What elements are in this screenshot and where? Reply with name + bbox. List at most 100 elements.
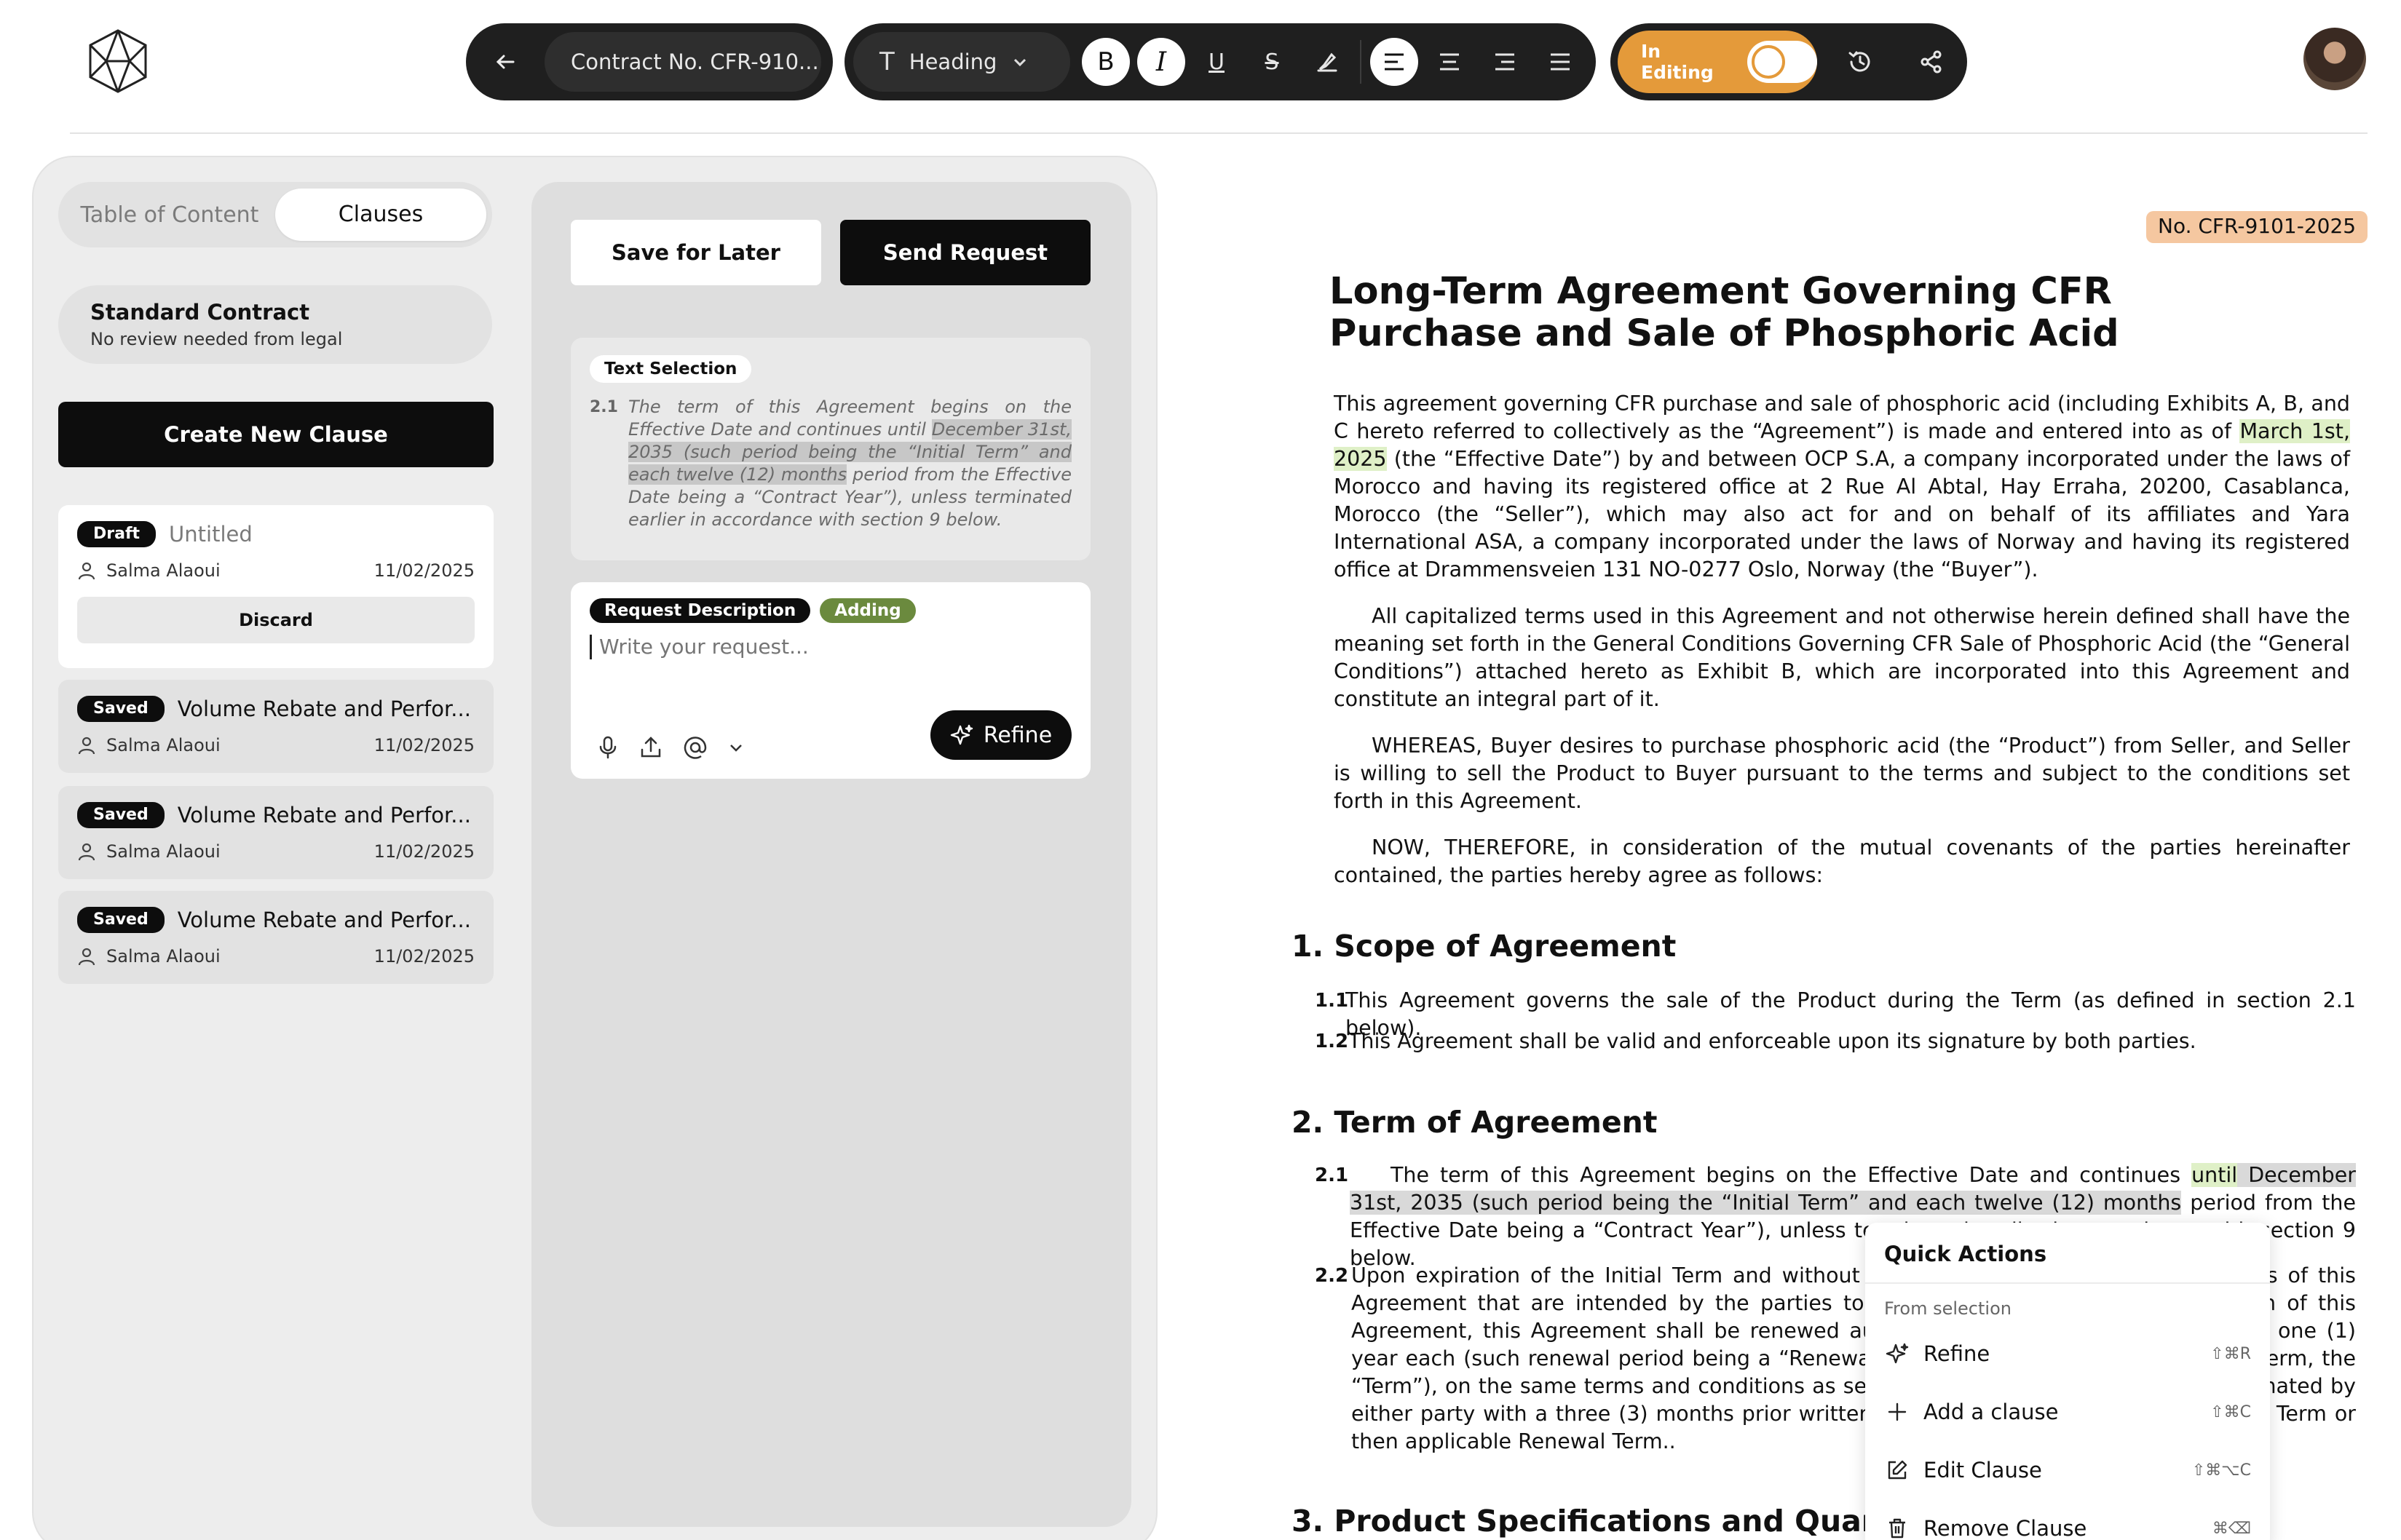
- share-icon: [1921, 50, 1942, 74]
- edit-icon: [1888, 1460, 1907, 1480]
- formatting-toolbar: T Heading B I U S: [844, 23, 1596, 100]
- editing-mode-label: In Editing: [1641, 41, 1714, 83]
- user-icon: [78, 948, 95, 966]
- chevron-down-icon: [1014, 58, 1027, 67]
- send-request-button[interactable]: Send Request: [840, 220, 1091, 285]
- align-center-button[interactable]: [1425, 38, 1474, 86]
- section-heading[interactable]: 3. Product Specifications and Quantity: [1292, 1504, 1947, 1539]
- create-new-clause-button[interactable]: Create New Clause: [58, 402, 494, 467]
- text-style-dropdown[interactable]: T Heading: [853, 32, 1070, 92]
- highlighter-icon: [1317, 52, 1337, 72]
- shortcut-hint: ⇧⌘R: [2210, 1344, 2251, 1363]
- clause-author: Salma Alaoui: [106, 560, 221, 581]
- document-title[interactable]: Long-Term Agreement Governing CFR Purcha…: [1329, 271, 2276, 355]
- switch-knob: [1752, 45, 1786, 79]
- status-badge: Saved: [77, 696, 165, 722]
- strikethrough-button[interactable]: S: [1248, 38, 1296, 86]
- align-right-button[interactable]: [1481, 38, 1529, 86]
- document-number-badge: No. CFR-9101-2025: [2146, 211, 2368, 243]
- clause-title: Volume Rebate and Perfor...: [177, 908, 471, 932]
- highlighter-button[interactable]: [1303, 38, 1351, 86]
- text-selection-label: Text Selection: [590, 355, 752, 383]
- tab-table-of-content[interactable]: Table of Content: [64, 202, 275, 228]
- request-input[interactable]: [590, 635, 1027, 659]
- chevron-down-icon[interactable]: [728, 739, 744, 755]
- toolbar-divider: [1360, 40, 1361, 84]
- quick-actions-title: Quick Actions: [1865, 1223, 2270, 1284]
- trash-icon: [1889, 1518, 1905, 1539]
- menu-item-refine[interactable]: Refine ⇧⌘R: [1865, 1325, 2270, 1383]
- shortcut-hint: ⇧⌘⌥C: [2191, 1461, 2251, 1480]
- clause-date: 11/02/2025: [373, 841, 475, 862]
- intro-text-a: This agreement governing CFR purchase an…: [1334, 392, 2350, 443]
- history-button[interactable]: [1824, 31, 1896, 93]
- discard-button[interactable]: Discard: [77, 597, 475, 643]
- align-justify-icon: [1551, 53, 1570, 71]
- status-badge: Saved: [77, 802, 165, 828]
- clause-number: 2.2: [1315, 1265, 1349, 1287]
- bold-button[interactable]: B: [1082, 38, 1130, 86]
- intro-paragraph[interactable]: This agreement governing CFR purchase an…: [1334, 390, 2351, 584]
- user-avatar[interactable]: [2303, 28, 2366, 90]
- now-therefore-paragraph[interactable]: NOW, THEREFORE, in consideration of the …: [1334, 834, 2350, 889]
- tab-clauses[interactable]: Clauses: [275, 188, 486, 241]
- text-style-label: Heading: [909, 49, 997, 74]
- microphone-icon[interactable]: [597, 736, 619, 759]
- contract-type-title: Standard Contract: [90, 300, 310, 325]
- save-for-later-button[interactable]: Save for Later: [571, 220, 821, 285]
- menu-item-label: Remove Clause: [1923, 1516, 2087, 1540]
- quick-actions-subtitle: From selection: [1884, 1298, 2012, 1319]
- clause-title: Volume Rebate and Perfor...: [177, 696, 471, 721]
- refine-label: Refine: [983, 722, 1053, 748]
- contract-type-card[interactable]: Standard Contract No review needed from …: [58, 285, 492, 364]
- user-icon: [78, 843, 95, 861]
- shortcut-hint: ⌘⌫: [2212, 1519, 2251, 1538]
- section-heading[interactable]: 1. Scope of Agreement: [1292, 929, 1676, 964]
- clause-card-saved[interactable]: Saved Volume Rebate and Perfor... Salma …: [58, 786, 494, 879]
- request-description-card: Request Description Adding Refine: [571, 582, 1091, 779]
- clause-date: 11/02/2025: [373, 735, 475, 755]
- request-status-badge: Adding: [820, 598, 916, 623]
- menu-item-remove-clause[interactable]: Remove Clause ⌘⌫: [1865, 1499, 2270, 1540]
- clause-1-2[interactable]: 1.2 This Agreement shall be valid and en…: [1315, 1028, 2356, 1055]
- back-button[interactable]: [466, 23, 545, 100]
- clause-author: Salma Alaoui: [106, 735, 221, 755]
- clause-number: 1.1: [1315, 990, 1349, 1012]
- align-justify-button[interactable]: [1536, 38, 1584, 86]
- menu-item-edit-clause[interactable]: Edit Clause ⇧⌘⌥C: [1865, 1441, 2270, 1499]
- clause-card-draft[interactable]: Draft Untitled Salma Alaoui 11/02/2025 D…: [58, 505, 494, 668]
- whereas-paragraph[interactable]: WHEREAS, Buyer desires to purchase phosp…: [1334, 732, 2350, 815]
- clause-number: 2.1: [590, 398, 618, 416]
- definitions-paragraph[interactable]: All capitalized terms used in this Agree…: [1334, 603, 2350, 713]
- app-logo-icon[interactable]: [84, 28, 151, 95]
- clause-card-saved[interactable]: Saved Volume Rebate and Perfor... Salma …: [58, 891, 494, 984]
- editing-mode-toggle[interactable]: In Editing: [1618, 31, 1817, 93]
- menu-item-label: Add a clause: [1923, 1400, 2059, 1424]
- sidebar-tabs: Table of Content Clauses: [58, 182, 492, 247]
- document-title-tab[interactable]: Contract No. CFR-910...: [545, 32, 821, 92]
- menu-item-label: Edit Clause: [1923, 1458, 2042, 1483]
- bold-icon: B: [1097, 47, 1115, 76]
- clause-text: This Agreement shall be valid and enforc…: [1348, 1029, 2196, 1053]
- until-highlight: until: [2191, 1163, 2238, 1187]
- refine-button[interactable]: Refine: [930, 710, 1072, 760]
- document-preamble[interactable]: This agreement governing CFR purchase an…: [1334, 390, 2351, 908]
- clause-card-saved[interactable]: Saved Volume Rebate and Perfor... Salma …: [58, 680, 494, 773]
- align-center-icon: [1440, 53, 1459, 71]
- section-heading[interactable]: 2. Term of Agreement: [1292, 1105, 1657, 1140]
- italic-icon: I: [1155, 47, 1167, 77]
- mention-icon[interactable]: [683, 735, 708, 760]
- quick-actions-menu: Quick Actions From selection Refine ⇧⌘R …: [1865, 1223, 2270, 1540]
- menu-item-add-clause[interactable]: Add a clause ⇧⌘C: [1865, 1383, 2270, 1441]
- selected-text: The term of this Agreement begins on the…: [628, 396, 1072, 531]
- editing-switch[interactable]: [1747, 41, 1817, 83]
- upload-icon[interactable]: [639, 736, 662, 759]
- share-button[interactable]: [1896, 31, 1967, 93]
- clause-date: 11/02/2025: [373, 946, 475, 967]
- text-style-icon: T: [879, 47, 895, 76]
- italic-button[interactable]: I: [1137, 38, 1185, 86]
- underline-icon: U: [1209, 49, 1225, 75]
- align-left-button[interactable]: [1370, 38, 1418, 86]
- header-divider: [70, 132, 2368, 134]
- underline-button[interactable]: U: [1192, 38, 1241, 86]
